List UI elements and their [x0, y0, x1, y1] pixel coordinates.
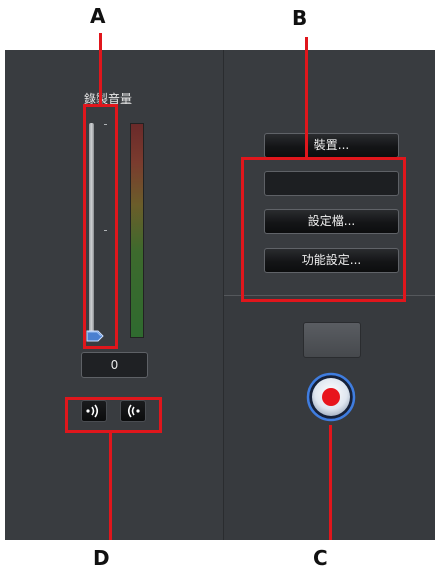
callout-line-c: [329, 425, 332, 540]
callout-label-b: B: [292, 6, 308, 30]
callout-line-a: [99, 33, 102, 105]
callout-box-b: [241, 157, 406, 302]
callout-box-d: [65, 397, 162, 433]
audio-level-meter: [130, 123, 144, 338]
callout-label-d: D: [93, 546, 110, 570]
screenshot-canvas: 錄製音量 0 裝置... 設定檔... 功能設定... A B C D: [0, 0, 435, 571]
callout-line-b: [305, 37, 308, 159]
callout-box-a: [83, 104, 118, 349]
callout-label-a: A: [90, 4, 106, 28]
volume-value-field[interactable]: 0: [81, 352, 148, 378]
record-icon[interactable]: [306, 372, 356, 422]
callout-line-d: [109, 432, 112, 540]
device-button[interactable]: 裝置...: [264, 133, 399, 158]
callout-label-c: C: [313, 546, 328, 570]
preview-button[interactable]: [303, 322, 361, 358]
